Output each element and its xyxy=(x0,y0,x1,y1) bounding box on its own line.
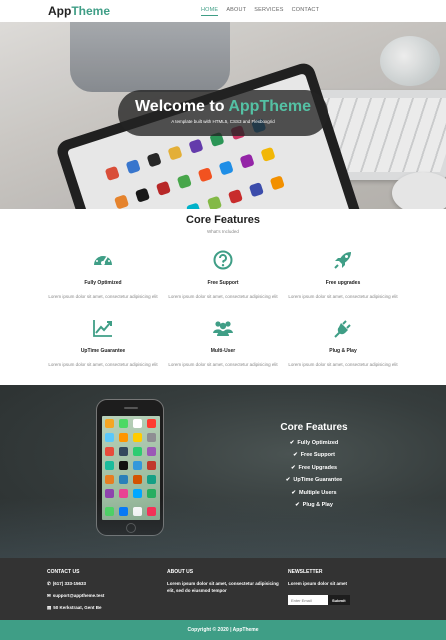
footer-about-text: Lorem ipsum dolor sit amet, consectetur … xyxy=(167,581,279,594)
feature-desc: Lorem ipsum dolor sit amet, consectetur … xyxy=(168,362,278,367)
showcase-list-item: ✔ Fully Optimized xyxy=(289,440,339,446)
feature-card: Multi-User Lorem ipsum dolor sit amet, c… xyxy=(163,317,283,369)
phone-icon: ✆ xyxy=(47,581,51,586)
feature-card: Plug & Play Lorem ipsum dolor sit amet, … xyxy=(283,317,403,369)
copyright-bar: Copyright © 2020 | AppTheme xyxy=(0,620,446,640)
footer: CONTACT US ✆ (617) 333-15633 ✉ support@app… xyxy=(0,558,446,620)
check-icon: ✔ xyxy=(293,452,298,459)
feature-name: Free Support xyxy=(207,280,239,286)
feature-name: Free upgrades xyxy=(325,280,361,286)
showcase-title: Core Features xyxy=(280,422,348,433)
feature-name: Multi-User xyxy=(210,348,236,354)
features-subtitle: What's Included xyxy=(207,229,239,234)
showcase-list-item: ✔ Plug & Play xyxy=(295,501,333,508)
users-icon xyxy=(212,317,234,339)
footer-newsletter: NEWSLETTER Lorem ipsum dolor sit amet Su… xyxy=(288,569,398,606)
feature-card: Free upgrades Lorem ipsum dolor sit amet… xyxy=(283,249,403,301)
question-icon xyxy=(212,249,234,271)
footer-phone: ✆ (617) 333-15633 xyxy=(47,581,87,586)
footer-email[interactable]: ✉ support@apptheme.test xyxy=(47,593,157,599)
feature-card: Fully Optimized Lorem ipsum dolor sit am… xyxy=(43,249,163,301)
newsletter-submit-button[interactable]: Submit xyxy=(328,595,350,606)
hero-banner: Welcome to AppTheme A template built wit… xyxy=(118,90,328,136)
showcase-list-item: ✔ Free Support xyxy=(293,452,335,459)
newsletter-form: Submit xyxy=(288,595,398,606)
rocket-icon xyxy=(332,249,354,271)
feature-desc: Lorem ipsum dolor sit amet, consectetur … xyxy=(168,294,278,299)
hero-title: Welcome to AppTheme xyxy=(134,98,312,115)
check-icon: ✔ xyxy=(289,440,295,446)
footer-about-heading: ABOUT US xyxy=(167,569,194,575)
showcase-list-item: ✔ UpTime Guarantee xyxy=(285,477,343,484)
feature-name: Fully Optimized xyxy=(84,280,122,286)
feature-name: Plug & Play xyxy=(329,348,357,354)
plug-icon xyxy=(332,317,354,339)
phone-image xyxy=(96,399,164,536)
nav-link-services[interactable]: SERVICES xyxy=(254,7,283,16)
check-icon: ✔ xyxy=(295,501,300,508)
showcase-section xyxy=(0,385,446,558)
map-icon: ▤ xyxy=(47,605,52,610)
hero-subtitle: A template built with HTML5, CSS3 and Fl… xyxy=(171,119,275,124)
features-section: Core Features What's Included Fully Opti… xyxy=(0,209,446,385)
check-icon: ✔ xyxy=(291,489,296,496)
envelope-icon: ✉ xyxy=(47,593,51,598)
logo-main: App xyxy=(48,4,72,18)
hero-section: Welcome to AppTheme A template built wit… xyxy=(0,22,446,209)
logo[interactable]: AppTheme xyxy=(48,4,110,18)
feature-card: Free Support Lorem ipsum dolor sit amet,… xyxy=(163,249,283,301)
feature-card: UpTime Guarantee Lorem ipsum dolor sit a… xyxy=(43,317,163,369)
nav-link-home[interactable]: HOME xyxy=(201,7,219,16)
dashboard-icon xyxy=(92,249,114,271)
showcase-list: ✔ Fully Optimized ✔ Free Support ✔ Free Upg… xyxy=(262,440,366,514)
showcase-list-item: ✔ Multiple Users xyxy=(291,489,337,496)
logo-accent: Theme xyxy=(71,4,111,18)
check-icon: ✔ xyxy=(285,477,291,484)
features-title: Core Features xyxy=(186,214,260,226)
footer-contact: CONTACT US ✆ (617) 333-15633 ✉ support@app… xyxy=(47,569,157,611)
top-navbar: AppTheme HOME ABOUT SERVICES CONTACT xyxy=(0,0,446,22)
nav-link-about[interactable]: ABOUT xyxy=(226,7,246,16)
feature-name: UpTime Guarantee xyxy=(80,348,126,354)
line-chart-icon xyxy=(92,317,114,339)
footer-newsletter-text: Lorem ipsum dolor sit amet xyxy=(288,581,348,586)
nav-menu: HOME ABOUT SERVICES CONTACT xyxy=(201,7,319,16)
feature-desc: Lorem ipsum dolor sit amet, consectetur … xyxy=(288,362,398,367)
newsletter-email-input[interactable] xyxy=(288,595,328,606)
footer-contact-heading: CONTACT US xyxy=(47,569,80,575)
check-icon: ✔ xyxy=(290,464,296,471)
footer-about: ABOUT US Lorem ipsum dolor sit amet, con… xyxy=(167,569,279,594)
showcase-list-item: ✔ Free Upgrades xyxy=(290,464,338,471)
feature-desc: Lorem ipsum dolor sit amet, consectetur … xyxy=(48,362,158,367)
feature-desc: Lorem ipsum dolor sit amet, consectetur … xyxy=(48,294,158,299)
footer-address: ▤ 50 Kerkstraat, Gent Be xyxy=(47,605,102,610)
nav-link-contact[interactable]: CONTACT xyxy=(292,7,320,16)
footer-newsletter-heading: NEWSLETTER xyxy=(288,569,323,575)
feature-desc: Lorem ipsum dolor sit amet, consectetur … xyxy=(288,294,398,299)
